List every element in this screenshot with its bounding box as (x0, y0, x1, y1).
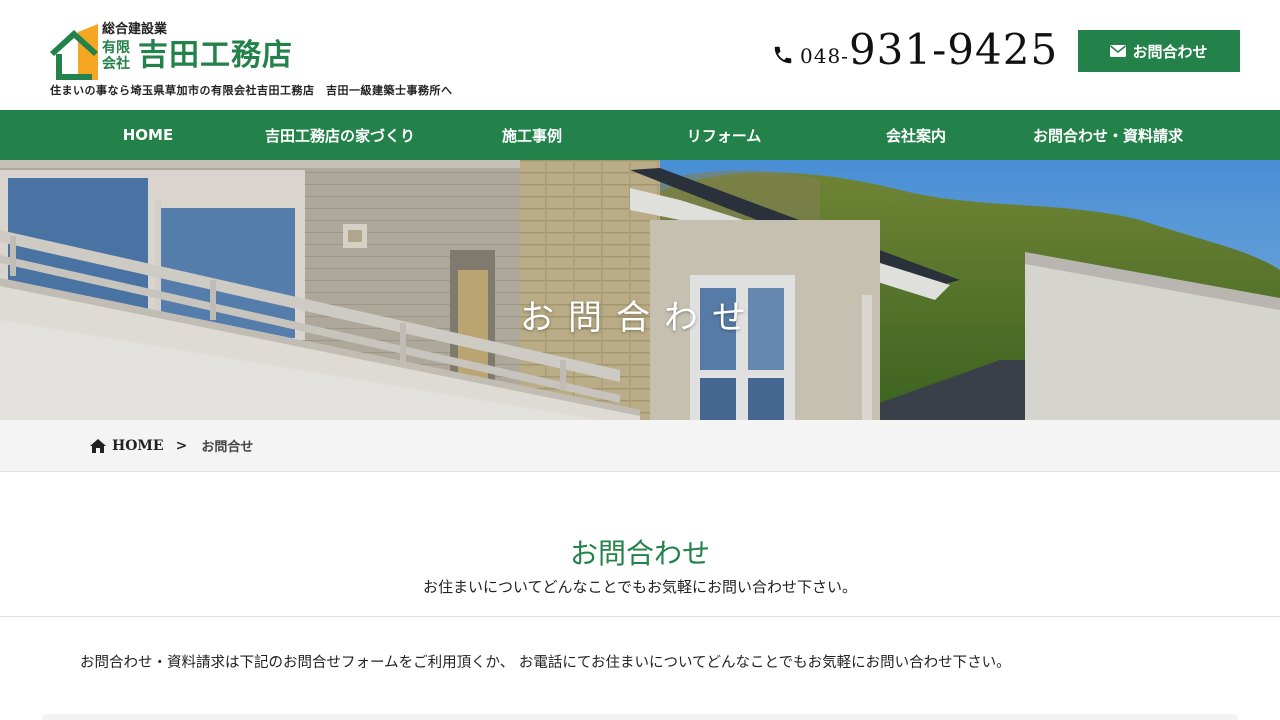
nav-item-company[interactable]: 会社案内 (856, 110, 976, 160)
section-divider (0, 616, 1280, 617)
nav-item-house-building[interactable]: 吉田工務店の家づくり (240, 110, 440, 160)
site-tagline: 住まいの事なら埼玉県草加市の有限会社吉田工務店 吉田一級建築士事務所へ (50, 84, 453, 97)
breadcrumb-current: お問合せ (201, 440, 254, 455)
page-title: お問合わせ (569, 537, 710, 570)
breadcrumb: HOME > お問合せ (0, 420, 1280, 472)
logo[interactable]: 総合建設業 有限会社 吉田工務店 (48, 20, 318, 82)
phone-main: 931-9425 (848, 25, 1059, 74)
contact-button-label: お問合わせ (1132, 42, 1208, 61)
hero-title: お問合わせ (520, 298, 760, 338)
envelope-icon (1110, 45, 1127, 57)
house-logo-icon (50, 24, 98, 80)
logo-company-name: 吉田工務店 (138, 38, 293, 73)
nav-item-works[interactable]: 施工事例 (472, 110, 592, 160)
breadcrumb-separator: > (175, 437, 188, 454)
site-header: 総合建設業 有限会社 吉田工務店 住まいの事なら埼玉県草加市の有限会社吉田工務店… (0, 0, 1280, 110)
intro-text: お問合わせ・資料請求は下記のお問合せフォームをご利用頂くか、 お電話にてお住まい… (80, 655, 1011, 671)
page-subtitle: お住まいについてどんなことでもお気軽にお問い合わせ下さい。 (422, 578, 858, 596)
logo-tagline-small: 総合建設業 (102, 22, 168, 37)
nav-item-home[interactable]: HOME (88, 110, 208, 160)
contact-form-container (42, 714, 1238, 720)
logo-company-type: 有限会社 (102, 40, 130, 72)
phone-prefix: 048- (800, 44, 849, 68)
nav-item-contact-request[interactable]: お問合わせ・資料請求 (1018, 110, 1198, 160)
contact-button[interactable]: お問合わせ (1078, 30, 1240, 72)
breadcrumb-home-link[interactable]: HOME (112, 438, 164, 454)
nav-item-reform[interactable]: リフォーム (664, 110, 784, 160)
main-nav: HOME 吉田工務店の家づくり 施工事例 リフォーム 会社案内 お問合わせ・資料… (0, 110, 1280, 160)
phone-number[interactable]: 048- 931-9425 (772, 26, 1058, 72)
phone-icon (774, 46, 792, 64)
home-icon (90, 438, 106, 453)
